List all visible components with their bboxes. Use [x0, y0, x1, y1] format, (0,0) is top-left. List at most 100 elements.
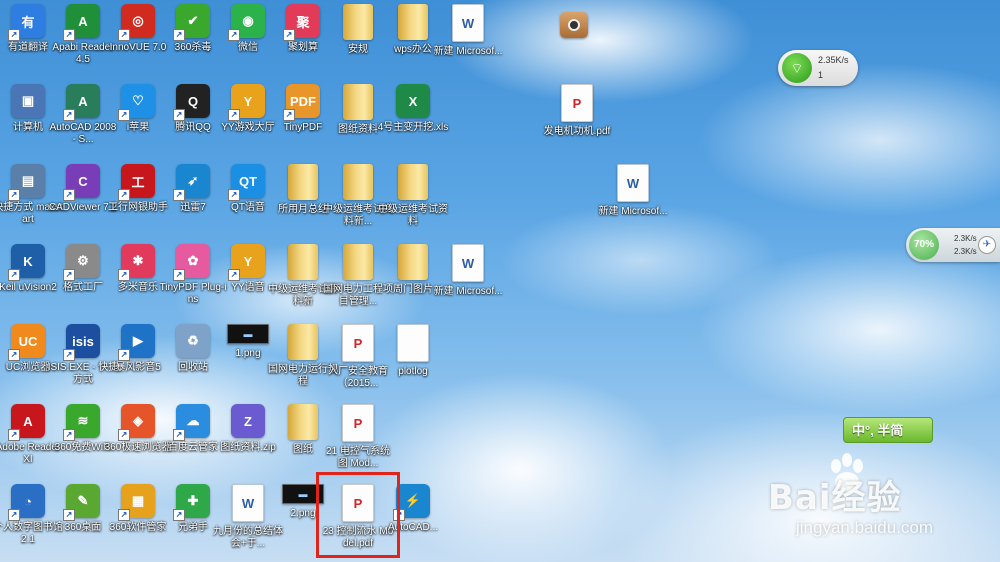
app-icon: Z	[231, 404, 265, 438]
pdf-icon: P	[342, 404, 374, 442]
download-speed: 2.3K/s	[954, 247, 977, 256]
pdf-icon: P	[561, 84, 593, 122]
network-monitor-widget[interactable]: ⌔ 2.35K/s 1	[778, 50, 858, 86]
app-icon: X	[396, 84, 430, 118]
shortcut-arrow-icon: ↗	[173, 189, 185, 201]
shortcut-arrow-icon: ↗	[8, 429, 20, 441]
rocket-icon: ✈	[978, 236, 996, 254]
app-icon: A ↗	[63, 84, 100, 121]
shortcut-arrow-icon: ↗	[228, 269, 240, 281]
app-icon: ✎ ↗	[63, 484, 100, 521]
shortcut-arrow-icon: ↗	[63, 269, 75, 281]
folder-icon	[288, 404, 318, 440]
folder-icon	[288, 244, 318, 280]
folder-icon	[343, 84, 373, 120]
folder-icon	[398, 164, 428, 200]
folder-icon	[343, 164, 373, 200]
image-file-icon: ▬	[227, 324, 269, 344]
app-icon: 有 ↗	[8, 4, 45, 41]
shortcut-arrow-icon: ↗	[63, 29, 75, 41]
shortcut-arrow-icon: ↗	[228, 109, 240, 121]
shortcut-arrow-icon: ↗	[118, 29, 130, 41]
app-icon: ◉ ↗	[228, 4, 265, 41]
desktop-icon[interactable]: 中级运维考试资料	[377, 164, 449, 242]
shortcut-arrow-icon: ↗	[173, 29, 185, 41]
selection-highlight-box	[316, 472, 400, 558]
app-icon: isis ↗	[63, 324, 100, 361]
shortcut-arrow-icon: ↗	[173, 109, 185, 121]
shortcut-arrow-icon: ↗	[63, 189, 75, 201]
shortcut-arrow-icon: ↗	[118, 349, 130, 361]
desktop-icon-label: 4号主变开挖.xls	[377, 122, 449, 133]
shortcut-arrow-icon: ↗	[63, 429, 75, 441]
shortcut-arrow-icon: ↗	[63, 109, 75, 121]
app-icon: ✿ ↗	[173, 244, 210, 281]
app-icon: 工 ↗	[118, 164, 155, 201]
desktop-icon-label: plotlog	[398, 366, 428, 377]
desktop-icon[interactable]: W 新建 Microsof...	[597, 164, 669, 242]
app-icon: ▶ ↗	[118, 324, 155, 361]
folder-icon	[398, 4, 428, 40]
shortcut-arrow-icon: ↗	[8, 269, 20, 281]
app-icon: ◈ ↗	[118, 404, 155, 441]
app-icon: C ↗	[63, 164, 100, 201]
app-icon: ◎ ↗	[118, 4, 155, 41]
app-icon: Y ↗	[228, 84, 265, 121]
shortcut-arrow-icon: ↗	[173, 429, 185, 441]
desktop-icon-label: 发电机功机.pdf	[543, 126, 611, 137]
shortcut-arrow-icon: ↗	[63, 349, 75, 361]
app-icon: ▤ ↗	[8, 164, 45, 201]
document-icon: W	[232, 484, 264, 522]
shortcut-arrow-icon: ↗	[173, 509, 185, 521]
app-icon: PDF ↗	[283, 84, 320, 121]
desktop-icon[interactable]: W 新建 Microsof...	[432, 4, 504, 82]
desktop-icon-label: 新建 Microsof...	[598, 206, 668, 217]
folder-icon	[343, 244, 373, 280]
shortcut-arrow-icon: ↗	[118, 269, 130, 281]
folder-icon	[288, 324, 318, 360]
app-icon: ▣	[11, 84, 45, 118]
app-icon: ◔ ↗	[8, 484, 45, 521]
shortcut-arrow-icon: ↗	[173, 269, 185, 281]
app-icon: ▦ ↗	[118, 484, 155, 521]
baidu-watermark: Bai经验	[768, 478, 902, 518]
app-icon: ☁ ↗	[173, 404, 210, 441]
ime-status-bar[interactable]: 中°, 半简	[843, 417, 933, 443]
app-icon: ➶ ↗	[173, 164, 210, 201]
upload-speed: 2.3K/s	[954, 234, 977, 243]
desktop-icon-label: 21 电控气系统图 Mod...	[326, 446, 390, 469]
pdf-icon: P	[342, 324, 374, 362]
app-icon: K ↗	[8, 244, 45, 281]
shortcut-arrow-icon: ↗	[8, 29, 20, 41]
shortcut-arrow-icon: ↗	[118, 509, 130, 521]
shortcut-arrow-icon: ↗	[8, 189, 20, 201]
desktop-icon-label: 新建 Microsof...	[433, 286, 503, 297]
shortcut-arrow-icon: ↗	[118, 429, 130, 441]
camera-icon[interactable]	[560, 12, 588, 38]
desktop-icon[interactable]: P 21 电控气系统图 Mod...	[322, 404, 394, 482]
desktop-icon[interactable]: W 新建 Microsof...	[432, 244, 504, 322]
app-icon: ≋ ↗	[63, 404, 100, 441]
app-icon: ⚙ ↗	[63, 244, 100, 281]
app-icon: Y ↗	[228, 244, 265, 281]
shortcut-arrow-icon: ↗	[118, 189, 130, 201]
shortcut-arrow-icon: ↗	[63, 509, 75, 521]
desktop-icon-label: 中级运维考试资料	[378, 204, 448, 227]
shortcut-arrow-icon: ↗	[8, 349, 20, 361]
folder-icon	[288, 164, 318, 200]
shortcut-arrow-icon: ↗	[228, 29, 240, 41]
app-icon: ⚡ ↗	[393, 484, 430, 521]
app-icon: QT ↗	[228, 164, 265, 201]
network-device-count: 1	[818, 70, 824, 80]
speed-ball-widget[interactable]: 70% 2.3K/s 2.3K/s ✈	[906, 228, 1000, 262]
document-icon: W	[452, 4, 484, 42]
desktop-icon[interactable]: P 发电机功机.pdf	[541, 84, 613, 162]
wifi-icon: ⌔	[782, 53, 812, 83]
app-icon: A ↗	[8, 404, 45, 441]
app-icon: UC ↗	[8, 324, 45, 361]
folder-icon	[343, 4, 373, 40]
desktop-icon[interactable]: plotlog	[377, 324, 449, 402]
app-icon: 聚 ↗	[283, 4, 320, 41]
shortcut-arrow-icon: ↗	[283, 29, 295, 41]
desktop-icon[interactable]: X 4号主变开挖.xls	[377, 84, 449, 162]
